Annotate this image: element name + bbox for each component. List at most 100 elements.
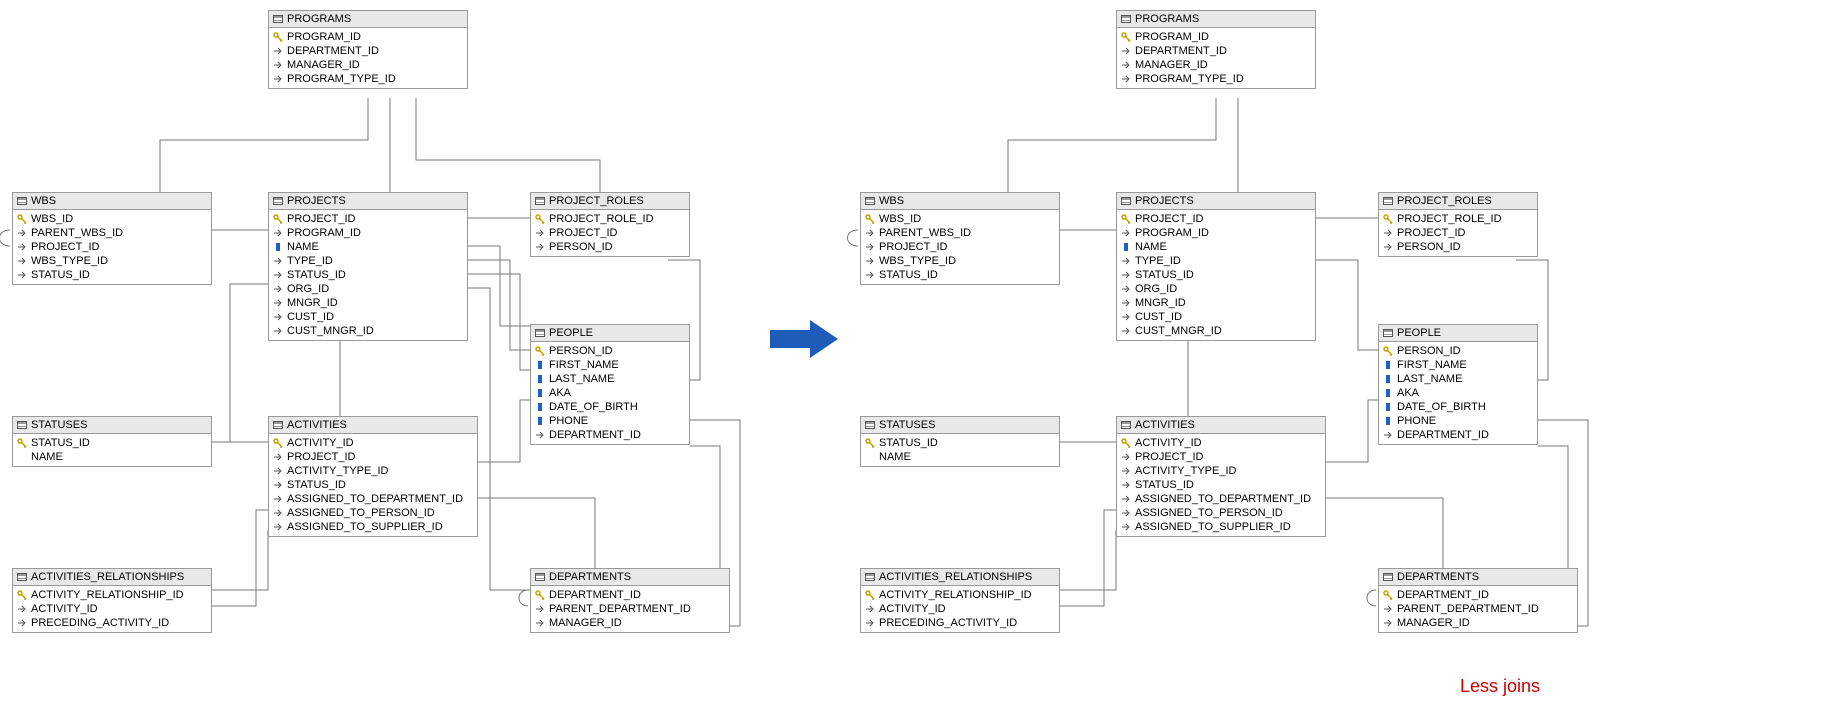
relationship-line [468, 274, 530, 370]
field-label: PROGRAM_TYPE_ID [1135, 73, 1244, 85]
field-label: PROGRAM_TYPE_ID [287, 73, 396, 85]
field-row: CUST_MNGR_ID [269, 324, 467, 338]
field-label: PRECEDING_ACTIVITY_ID [31, 617, 169, 629]
field-row: PROGRAM_TYPE_ID [1117, 72, 1315, 86]
primary-key-icon [535, 590, 545, 600]
field-row: PRECEDING_ACTIVITY_ID [861, 616, 1059, 630]
field-label: PERSON_ID [549, 241, 613, 253]
field-row: TYPE_ID [269, 254, 467, 268]
relationship-line [416, 98, 600, 192]
field-label: PARENT_DEPARTMENT_ID [549, 603, 691, 615]
primary-key-icon [535, 346, 545, 356]
entity-body: DEPARTMENT_IDPARENT_DEPARTMENT_IDMANAGER… [1379, 586, 1577, 632]
field-label: MANAGER_ID [1135, 59, 1208, 71]
entity-departments: DEPARTMENTS DEPARTMENT_IDPARENT_DEPARTMEN… [1378, 568, 1578, 633]
field-row: LAST_NAME [1379, 372, 1537, 386]
relationship-line [1326, 498, 1443, 568]
field-label: PRECEDING_ACTIVITY_ID [879, 617, 1017, 629]
entity-title: ACTIVITIES [1135, 419, 1195, 431]
field-row: PROJECT_ID [269, 450, 477, 464]
foreign-key-icon [1383, 242, 1393, 252]
field-label: STATUS_ID [31, 269, 90, 281]
field-row: LAST_NAME [531, 372, 689, 386]
entity-header: STATUSES [13, 417, 211, 434]
entity-title: DEPARTMENTS [1397, 571, 1479, 583]
foreign-key-icon [1383, 618, 1393, 628]
field-row: ORG_ID [1117, 282, 1315, 296]
field-row: FIRST_NAME [1379, 358, 1537, 372]
field-label: LAST_NAME [1397, 373, 1462, 385]
field-label: PARENT_DEPARTMENT_ID [1397, 603, 1539, 615]
field-row: CUST_ID [269, 310, 467, 324]
entity-header: ACTIVITIES_RELATIONSHIPS [861, 569, 1059, 586]
column-icon [1383, 388, 1393, 398]
foreign-key-icon [17, 256, 27, 266]
field-row: PARENT_DEPARTMENT_ID [531, 602, 729, 616]
entity-header: DEPARTMENTS [1379, 569, 1577, 586]
foreign-key-icon [535, 430, 545, 440]
primary-key-icon [865, 438, 875, 448]
table-icon [1121, 421, 1131, 429]
entity-header: ACTIVITIES_RELATIONSHIPS [13, 569, 211, 586]
field-row: STATUS_ID [861, 436, 1059, 450]
entity-header: PEOPLE [531, 325, 689, 342]
entity-activities: ACTIVITIESACTIVITY_IDPROJECT_IDACTIVITY_… [1116, 416, 1326, 537]
foreign-key-icon [1121, 74, 1131, 84]
foreign-key-icon [1383, 604, 1393, 614]
column-icon [535, 360, 545, 370]
foreign-key-icon [273, 466, 283, 476]
entity-departments: DEPARTMENTSDEPARTMENT_IDPARENT_DEPARTMEN… [530, 568, 730, 633]
foreign-key-icon [1121, 480, 1131, 490]
field-row: ASSIGNED_TO_PERSON_ID [1117, 506, 1325, 520]
field-label: MANAGER_ID [287, 59, 360, 71]
field-label: ACTIVITY_ID [1135, 437, 1202, 449]
field-label: PERSON_ID [549, 345, 613, 357]
primary-key-icon [1121, 32, 1131, 42]
column-icon [535, 374, 545, 384]
entity-title: ACTIVITIES_RELATIONSHIPS [879, 571, 1032, 583]
field-row: PARENT_WBS_ID [861, 226, 1059, 240]
field-label: STATUS_ID [1135, 479, 1194, 491]
table-icon [535, 573, 545, 581]
primary-key-icon [17, 214, 27, 224]
field-label: DEPARTMENT_ID [1397, 429, 1489, 441]
table-icon [273, 197, 283, 205]
relationship-line [212, 510, 268, 606]
foreign-key-icon [1121, 522, 1131, 532]
field-row: STATUS_ID [861, 268, 1059, 282]
field-label: STATUS_ID [1135, 269, 1194, 281]
relationship-line [468, 260, 530, 350]
field-label: PROJECT_ID [1397, 227, 1465, 239]
column-icon [273, 242, 283, 252]
entity-statuses: STATUSESSTATUS_IDNAME [860, 416, 1060, 467]
field-label: ACTIVITY_TYPE_ID [1135, 465, 1236, 477]
foreign-key-icon [1121, 452, 1131, 462]
foreign-key-icon [273, 60, 283, 70]
entity-wbs: WBSWBS_IDPARENT_WBS_IDPROJECT_IDWBS_TYPE… [860, 192, 1060, 285]
field-label: NAME [287, 241, 319, 253]
table-icon [535, 329, 545, 337]
foreign-key-icon [865, 604, 875, 614]
table-icon [865, 573, 875, 581]
entity-projects: PROJECTSPROJECT_IDPROGRAM_IDNAMETYPE_IDS… [1116, 192, 1316, 341]
entity-body: PROJECT_IDPROGRAM_IDNAMETYPE_IDSTATUS_ID… [269, 210, 467, 340]
entity-header: DEPARTMENTS [531, 569, 729, 586]
foreign-key-icon [1121, 60, 1131, 70]
field-row: NAME [13, 450, 211, 464]
field-label: ASSIGNED_TO_PERSON_ID [1135, 507, 1283, 519]
primary-key-icon [1121, 438, 1131, 448]
field-label: PROJECT_ID [879, 241, 947, 253]
entity-activities: ACTIVITIESACTIVITY_IDPROJECT_IDACTIVITY_… [268, 416, 478, 537]
entity-title: PROJECT_ROLES [1397, 195, 1492, 207]
foreign-key-icon [1121, 508, 1131, 518]
field-label: WBS_TYPE_ID [31, 255, 108, 267]
foreign-key-icon [1121, 46, 1131, 56]
field-row: WBS_ID [861, 212, 1059, 226]
entity-title: PROJECTS [1135, 195, 1194, 207]
field-label: WBS_ID [879, 213, 921, 225]
field-label: PROJECT_ID [31, 241, 99, 253]
field-row: MANAGER_ID [269, 58, 467, 72]
field-label: FIRST_NAME [1397, 359, 1467, 371]
field-label: AKA [1397, 387, 1419, 399]
field-row: ACTIVITY_ID [861, 602, 1059, 616]
